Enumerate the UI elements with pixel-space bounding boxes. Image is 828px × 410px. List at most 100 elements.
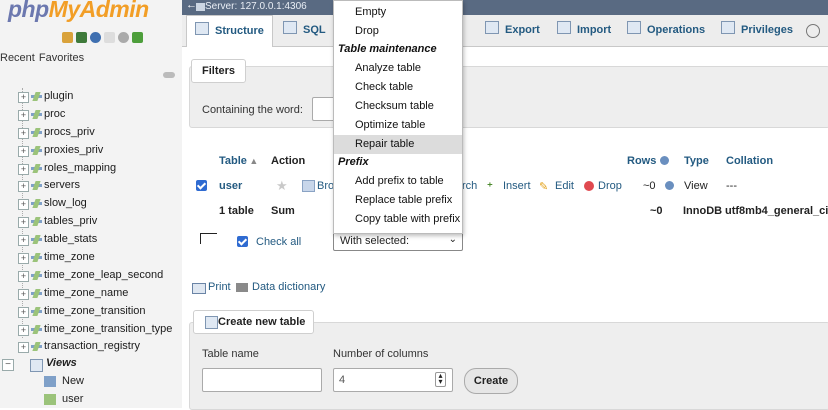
header-collation[interactable]: Collation	[726, 155, 773, 167]
expand-icon[interactable]: +	[18, 324, 29, 336]
table-name-input[interactable]	[202, 368, 322, 392]
favorite-star-icon[interactable]: ★	[276, 178, 288, 194]
link-icon[interactable]	[163, 72, 175, 78]
tree-item-proc[interactable]: + proc	[18, 106, 182, 124]
tab-export[interactable]: Export	[485, 15, 540, 46]
table-icon	[31, 128, 42, 137]
expand-icon[interactable]: +	[18, 199, 29, 211]
with-selected-select[interactable]: With selected: ⌄	[333, 232, 463, 251]
data-dictionary-link[interactable]: Data dictionary	[252, 281, 325, 293]
home-icon[interactable]	[62, 32, 73, 43]
row-table-name[interactable]: user	[219, 180, 242, 192]
expand-icon[interactable]: +	[18, 288, 29, 300]
tab-sql[interactable]: SQL	[283, 15, 326, 46]
browse-icon[interactable]	[302, 180, 315, 192]
collapse-views-icon[interactable]: −	[2, 359, 14, 371]
tree-item-transaction-registry[interactable]: + transaction_registry	[18, 338, 182, 356]
insert-link[interactable]: Insert	[503, 180, 531, 192]
num-columns-label: Number of columns	[333, 348, 429, 360]
favorites-tab[interactable]: Favorites	[39, 52, 84, 64]
expand-icon[interactable]: +	[18, 163, 29, 175]
option-replace-prefix[interactable]: Replace table prefix	[334, 191, 462, 210]
table-icon	[31, 342, 42, 351]
option-analyze[interactable]: Analyze table	[334, 59, 462, 78]
stepper-icon[interactable]: ▴ ▾	[435, 372, 446, 387]
new-view-link[interactable]: New	[62, 375, 84, 387]
print-link[interactable]: Print	[208, 281, 231, 293]
expand-icon[interactable]: +	[18, 181, 29, 193]
expand-icon[interactable]: +	[18, 109, 29, 121]
tree-item-table-stats[interactable]: + table_stats	[18, 231, 182, 249]
expand-icon[interactable]: +	[18, 253, 29, 265]
check-all-checkbox[interactable]	[237, 236, 248, 247]
option-empty[interactable]: Empty	[334, 3, 462, 22]
docs-icon[interactable]	[104, 32, 115, 43]
navigation-panel: phpMyAdmin Recent Favorites + plugin + proc +…	[0, 0, 183, 408]
expand-icon[interactable]: +	[18, 306, 29, 318]
option-check[interactable]: Check table	[334, 78, 462, 97]
tree-item-time-zone-transition[interactable]: + time_zone_transition	[18, 303, 182, 321]
drop-link[interactable]: Drop	[598, 180, 622, 192]
sql-icon	[283, 21, 297, 34]
recent-tab[interactable]: Recent	[0, 52, 35, 64]
check-all-label[interactable]: Check all	[256, 236, 301, 248]
expand-icon[interactable]: +	[18, 145, 29, 157]
views-node-label[interactable]: Views	[46, 357, 77, 369]
drop-icon[interactable]	[584, 181, 594, 191]
expand-icon[interactable]: +	[18, 127, 29, 139]
tree-item-time-zone-leap-second[interactable]: + time_zone_leap_second	[18, 267, 182, 285]
edit-link[interactable]: Edit	[555, 180, 574, 192]
table-icon	[31, 217, 42, 226]
create-button[interactable]: Create	[464, 368, 518, 394]
settings-icon[interactable]	[118, 32, 129, 43]
edit-pencil-icon[interactable]: ✎	[539, 180, 548, 193]
tree-item-label: slow_log	[44, 197, 87, 210]
expand-icon[interactable]: +	[18, 342, 29, 354]
tab-import[interactable]: Import	[557, 15, 611, 46]
logout-icon[interactable]	[76, 32, 87, 43]
help-icon[interactable]	[660, 156, 670, 165]
expand-icon[interactable]: +	[18, 92, 29, 103]
insert-icon[interactable]: ⁺	[487, 180, 493, 193]
view-user-link[interactable]: user	[62, 393, 83, 405]
tab-operations[interactable]: Operations	[627, 15, 705, 46]
num-columns-input[interactable]: 4 ▴ ▾	[333, 368, 453, 392]
tree-item-roles-mapping[interactable]: + roles_mapping	[18, 160, 182, 178]
row-checkbox[interactable]	[196, 180, 207, 191]
tab-privileges[interactable]: Privileges	[721, 15, 793, 46]
tree-item-slow-log[interactable]: + slow_log	[18, 195, 182, 213]
tree-item-tables-priv[interactable]: + tables_priv	[18, 213, 182, 231]
option-add-prefix[interactable]: Add prefix to table	[334, 172, 462, 191]
tree-item-servers[interactable]: + servers	[18, 177, 182, 195]
header-table[interactable]: Table ▲	[219, 155, 258, 167]
browse-link[interactable]: Bro	[317, 180, 334, 192]
tree-item-time-zone-transition-type[interactable]: + time_zone_transition_type	[18, 321, 182, 339]
option-optimize[interactable]: Optimize table	[334, 116, 462, 135]
option-copy-prefix[interactable]: Copy table with prefix	[334, 210, 462, 229]
expand-icon[interactable]: +	[18, 217, 29, 229]
tree-item-proxies-priv[interactable]: + proxies_priv	[18, 142, 182, 160]
tree-item-procs-priv[interactable]: + procs_priv	[18, 124, 182, 142]
more-tabs-icon[interactable]	[806, 24, 820, 38]
tab-structure[interactable]: Structure	[186, 15, 273, 47]
option-checksum[interactable]: Checksum table	[334, 97, 462, 116]
tree-item-time-zone-name[interactable]: + time_zone_name	[18, 285, 182, 303]
table-icon	[31, 235, 42, 244]
option-drop[interactable]: Drop	[334, 22, 462, 41]
breadcrumb-server[interactable]: Server: 127.0.0.1:4306	[205, 1, 307, 12]
dictionary-icon	[236, 283, 248, 292]
phpmyadmin-logo[interactable]: phpMyAdmin	[8, 0, 149, 23]
help-icon[interactable]	[665, 181, 674, 190]
expand-icon[interactable]: +	[18, 270, 29, 282]
row-collation: ---	[726, 180, 737, 192]
sum-collation: utf8mb4_general_ci	[725, 205, 828, 217]
search-link[interactable]: rch	[462, 180, 477, 192]
tree-item-label: procs_priv	[44, 125, 95, 138]
tree-item-plugin[interactable]: + plugin	[18, 88, 182, 106]
help-icon[interactable]	[90, 32, 101, 43]
reload-icon[interactable]	[132, 32, 143, 43]
expand-icon[interactable]: +	[18, 235, 29, 247]
option-repair[interactable]: Repair table	[334, 135, 462, 154]
tree-item-time-zone[interactable]: + time_zone	[18, 249, 182, 267]
header-type[interactable]: Type	[684, 155, 709, 167]
